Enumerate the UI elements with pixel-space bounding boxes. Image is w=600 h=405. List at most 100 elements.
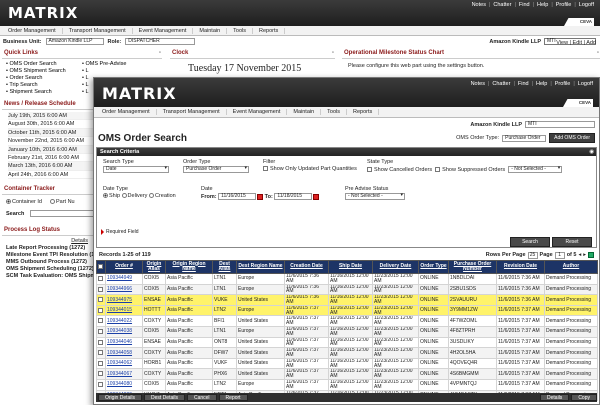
- col-ship-date[interactable]: Ship Date: [328, 260, 373, 274]
- order-number-cell[interactable]: 109344022: [105, 315, 143, 327]
- table-row[interactable]: 109344975 ENSAE Asia Pacific VUKE United Sta…: [96, 294, 598, 306]
- quick-link-trip-search[interactable]: Trip Search: [6, 82, 82, 88]
- table-row[interactable]: 109344062 HORB1 Asia Pacific VUKF United Sta…: [96, 357, 598, 370]
- table-row[interactable]: 109344949 COXI5 Asia Pacific LTN1 Europe 11/6…: [96, 273, 598, 285]
- business-unit-select[interactable]: Amazon Kindle LLP: [45, 38, 104, 45]
- table-row[interactable]: 109344022 COXTY Asia Pacific BFI1 United Sta…: [96, 315, 598, 327]
- profile-link[interactable]: Profile: [555, 81, 571, 87]
- help-link[interactable]: Help: [537, 2, 548, 8]
- find-link[interactable]: Find: [519, 2, 530, 8]
- from-date-input[interactable]: 11/16/2015: [218, 193, 257, 200]
- show-suppressed-checkbox[interactable]: [435, 167, 441, 172]
- table-row[interactable]: 109344067 COXTY Asia Pacific PHX6 United Sta…: [96, 368, 598, 380]
- calendar-icon[interactable]: [257, 193, 264, 200]
- container-id-radio[interactable]: [6, 199, 11, 205]
- col-origin-alias[interactable]: Origin Alias: [142, 260, 166, 274]
- search-type-select[interactable]: Date: [103, 166, 169, 173]
- order-number-cell[interactable]: 109344038: [105, 325, 143, 338]
- col-origin-region[interactable]: Origin Region Name: [165, 260, 213, 274]
- prev-page-icon[interactable]: ◂: [578, 252, 581, 258]
- col-author[interactable]: Author: [544, 260, 598, 274]
- bu-select[interactable]: MTI: [525, 121, 595, 128]
- menu-maintain[interactable]: Maintain: [193, 27, 228, 34]
- reset-button[interactable]: Reset: [552, 237, 592, 247]
- menu-maintain[interactable]: Maintain: [287, 109, 322, 115]
- quick-link-order-search[interactable]: Order Search: [6, 75, 82, 81]
- notes-link[interactable]: Notes: [472, 2, 486, 8]
- profile-link[interactable]: Profile: [556, 2, 572, 8]
- logoff-link[interactable]: Logoff: [579, 2, 594, 8]
- menu-tools[interactable]: Tools: [321, 109, 348, 115]
- show-cancelled-checkbox[interactable]: [367, 167, 372, 172]
- col-revision-date[interactable]: Revision Date: [496, 260, 545, 274]
- row-checkbox[interactable]: [96, 315, 106, 327]
- copy-button[interactable]: Copy: [571, 394, 597, 401]
- col-creation-date[interactable]: Creation Date: [284, 260, 329, 274]
- menu-transport-management[interactable]: Transport Management: [157, 109, 227, 115]
- notes-link[interactable]: Notes: [471, 81, 485, 87]
- row-checkbox[interactable]: [96, 304, 106, 317]
- close-icon[interactable]: ▫: [159, 50, 161, 56]
- col-order-number[interactable]: Order #: [105, 260, 143, 274]
- report-button[interactable]: Report: [218, 394, 248, 401]
- quick-link-oms-shipment-search[interactable]: OMS Shipment Search: [6, 68, 82, 74]
- col-po-number[interactable]: Purchase Order Number: [448, 260, 497, 274]
- menu-event-management[interactable]: Event Management: [133, 27, 194, 34]
- order-number-cell[interactable]: 109344080: [105, 378, 143, 391]
- row-checkbox[interactable]: [96, 347, 106, 359]
- menu-transport-management[interactable]: Transport Management: [63, 27, 133, 34]
- rows-per-page-input[interactable]: 25: [527, 251, 538, 259]
- order-number-cell[interactable]: 109344015: [105, 304, 143, 317]
- menu-order-management[interactable]: Order Management: [96, 109, 157, 115]
- role-select[interactable]: DISPATCHER: [125, 38, 196, 45]
- table-row[interactable]: 109344038 COXI5 Asia Pacific LTN1 Europe 11/6…: [96, 325, 598, 338]
- col-dest-alias[interactable]: Dest Alias: [212, 260, 237, 274]
- origin-details-button[interactable]: Origin Details: [98, 394, 143, 401]
- row-checkbox[interactable]: [96, 336, 106, 349]
- only-updated-checkbox[interactable]: [263, 166, 268, 172]
- row-checkbox[interactable]: [96, 325, 106, 338]
- order-number-cell[interactable]: 109344046: [105, 336, 143, 349]
- calendar-icon[interactable]: [313, 193, 320, 200]
- quick-link-oms-order-search[interactable]: OMS Order Search: [6, 61, 82, 67]
- row-checkbox[interactable]: [96, 273, 106, 285]
- cancel-button[interactable]: Cancel: [186, 394, 217, 401]
- table-row[interactable]: 109344080 COXI5 Asia Pacific LTN2 Europe 11/6…: [96, 378, 598, 391]
- row-checkbox[interactable]: [96, 357, 106, 370]
- find-link[interactable]: Find: [518, 81, 529, 87]
- date-type-creation-radio[interactable]: [148, 193, 154, 199]
- select-all-header[interactable]: [96, 260, 106, 274]
- order-type-select[interactable]: Purchase Order: [502, 134, 547, 142]
- dest-details-button[interactable]: Dest Details: [144, 394, 185, 401]
- help-link[interactable]: Help: [536, 81, 547, 87]
- table-row[interactable]: 109344966 COXI5 Asia Pacific LTN1 Europe 11/6…: [96, 283, 598, 296]
- chatter-link[interactable]: Chatter: [493, 2, 511, 8]
- order-type-filter-select[interactable]: Purchase Order: [183, 166, 249, 173]
- order-number-cell[interactable]: 109344975: [105, 294, 143, 306]
- order-number-cell[interactable]: 109344949: [105, 273, 143, 285]
- menu-tools[interactable]: Tools: [227, 27, 254, 34]
- menu-reports[interactable]: Reports: [347, 109, 380, 115]
- row-checkbox[interactable]: [96, 294, 106, 306]
- date-type-ship-radio[interactable]: [103, 193, 108, 199]
- page-input[interactable]: 1: [554, 251, 565, 259]
- order-number-cell[interactable]: 109344966: [105, 283, 143, 296]
- logoff-link[interactable]: Logoff: [578, 81, 593, 87]
- table-row[interactable]: 109344015 HOTTT Asia Pacific LTN2 Europe 11/6…: [96, 304, 598, 317]
- menu-reports[interactable]: Reports: [253, 27, 286, 34]
- to-date-input[interactable]: 11/18/2015: [274, 193, 313, 200]
- chatter-link[interactable]: Chatter: [492, 81, 510, 87]
- row-checkbox[interactable]: [96, 368, 106, 380]
- view-edit-add-links[interactable]: View | Edit | Add: [556, 40, 596, 46]
- menu-order-management[interactable]: Order Management: [2, 27, 63, 34]
- quick-link-oms-pre-advise[interactable]: OMS Pre-Advise: [82, 61, 158, 67]
- menu-event-management[interactable]: Event Management: [227, 109, 288, 115]
- table-row[interactable]: 109344058 COXTY Asia Pacific DFW7 United Sta…: [96, 347, 598, 359]
- row-checkbox[interactable]: [96, 283, 106, 296]
- close-icon[interactable]: ▫: [332, 50, 334, 56]
- add-oms-order-button[interactable]: Add OMS Order: [549, 133, 595, 143]
- order-number-cell[interactable]: 109344058: [105, 347, 143, 359]
- collapse-icon[interactable]: ◉: [589, 148, 594, 156]
- col-order-type[interactable]: Order Type: [418, 260, 449, 274]
- next-page-icon[interactable]: ▸: [583, 252, 586, 258]
